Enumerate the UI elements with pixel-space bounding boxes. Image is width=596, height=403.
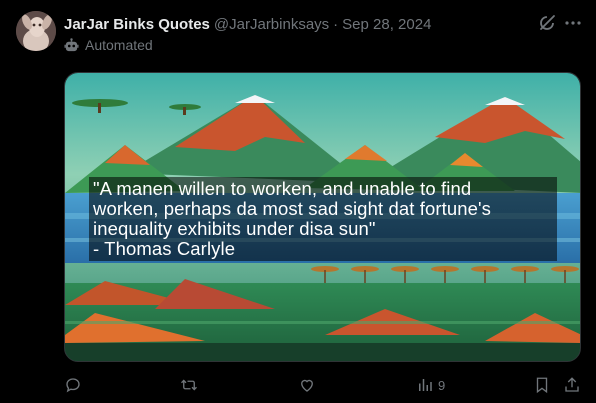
image-quote-text: "A manen willen to worken, and unable to… (89, 177, 557, 261)
automated-label: Automated (85, 37, 153, 53)
automated-label-row: Automated (64, 37, 153, 53)
reply-button[interactable] (64, 374, 82, 396)
repost-icon (181, 379, 197, 391)
grok-icon[interactable] (537, 13, 557, 33)
post-date[interactable]: Sep 28, 2024 (342, 16, 431, 33)
post-header: JarJar Binks Quotes @JarJarbinksays · Se… (64, 14, 431, 34)
like-icon (301, 379, 313, 392)
repost-button[interactable] (180, 374, 198, 396)
bot-icon (64, 37, 79, 51)
like-button[interactable] (298, 374, 316, 396)
bookmark-icon (536, 377, 548, 394)
reply-icon (66, 378, 80, 393)
views-button[interactable]: 9 (416, 374, 445, 396)
views-count: 9 (438, 377, 446, 393)
post-image[interactable]: "A manen willen to worken, and unable to… (64, 72, 581, 362)
views-icon (419, 379, 432, 391)
action-bar: 9 (0, 374, 596, 396)
display-name[interactable]: JarJar Binks Quotes (64, 16, 210, 33)
handle[interactable]: @JarJarbinksays (214, 16, 329, 33)
avatar[interactable] (16, 11, 56, 51)
share-button[interactable] (563, 374, 581, 396)
bookmark-button[interactable] (533, 374, 551, 396)
share-icon (565, 377, 579, 392)
more-icon[interactable] (563, 13, 583, 33)
separator-dot: · (333, 15, 339, 33)
